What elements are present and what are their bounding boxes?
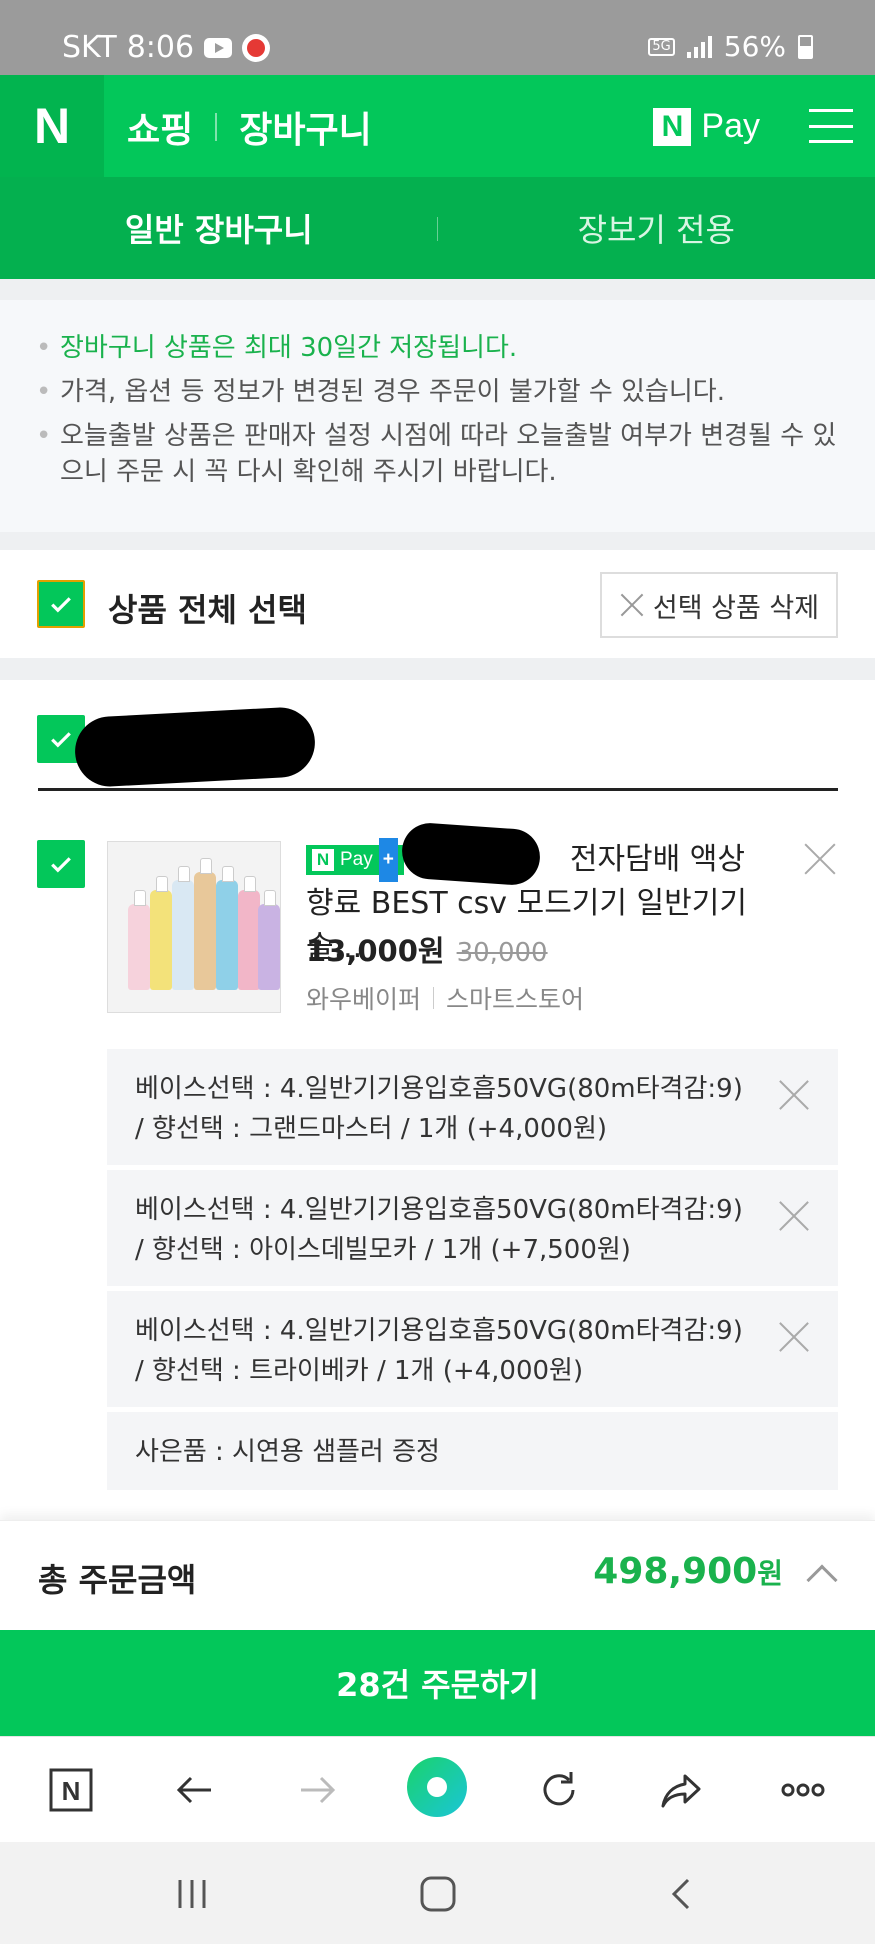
seller-row: 와우베이퍼 스마트스토어 [306,980,584,1016]
npay-n-icon: N [653,107,692,146]
forward-arrow-icon[interactable] [290,1763,344,1817]
remove-product-icon[interactable] [803,842,837,876]
record-icon [242,33,271,62]
gift-item: 사은품 : 시연용 샘플러 증정 [107,1412,838,1490]
option-text: 베이스선택 : 4.일반기기용입호흡50VG(80m타격감:9) / 향선택 :… [135,1074,743,1144]
title-divider [215,113,218,141]
option-text: 베이스선택 : 4.일반기기용입호흡50VG(80m타격감:9) / 향선택 :… [135,1195,743,1265]
npay-label: Pay [701,107,760,145]
seller-divider [433,987,435,1009]
youtube-icon [204,37,233,58]
select-all-row: 상품 전체 선택 선택 상품 삭제 [0,550,875,658]
recent-apps-icon[interactable] [170,1874,214,1914]
close-icon [619,593,643,617]
check-icon [51,857,71,873]
remove-option-icon[interactable] [778,1321,810,1353]
check-icon [51,732,71,748]
home-icon[interactable] [416,1874,460,1914]
redacted-store-name [73,705,317,789]
status-bar: SKT 8:06 5G 56% [0,0,875,75]
gift-text: 사은품 : 시연용 샘플러 증정 [135,1437,440,1467]
hamburger-icon[interactable] [809,109,853,143]
total-amount: 498,900원 [593,1551,783,1592]
header-title: 쇼핑 장바구니 [127,101,372,153]
battery-percent: 56% [723,30,786,63]
share-icon[interactable] [654,1763,708,1817]
sale-price: 13,000원 [306,934,445,968]
notice-item: 오늘출발 상품은 판매자 설정 시점에 따라 오늘출발 여부가 변경될 수 있으… [36,418,839,490]
redacted-product-name [400,821,542,887]
cart-tabs: 일반 장바구니 장보기 전용 [0,177,875,279]
browser-toolbar: N [0,1736,875,1842]
remove-option-icon[interactable] [778,1200,810,1232]
battery-icon [798,34,813,59]
page-title: 장바구니 [239,110,372,151]
npay-plus-badge: N Pay + [306,838,404,882]
back-arrow-icon[interactable] [168,1763,222,1817]
option-item[interactable]: 베이스선택 : 4.일반기기용입호흡50VG(80m타격감:9) / 향선택 :… [107,1170,838,1286]
green-dot-icon[interactable] [405,1755,469,1819]
store-type: 스마트스토어 [446,985,585,1014]
notice-item: 가격, 옵션 등 정보가 변경된 경우 주문이 불가할 수 있습니다. [36,374,839,410]
android-nav-bar [0,1842,875,1944]
original-price: 30,000 [456,938,548,968]
npay-button[interactable]: N Pay [653,107,760,146]
notice-item: 장바구니 상품은 최대 30일간 저장됩니다. [36,330,839,366]
select-all-label: 상품 전체 선택 [108,591,307,629]
notice-box: 장바구니 상품은 최대 30일간 저장됩니다. 가격, 옵션 등 정보가 변경된… [0,300,875,532]
total-label: 총 주문금액 [38,1561,197,1599]
check-icon [51,597,71,613]
product-checkbox[interactable] [37,840,85,888]
clock: 8:06 [126,30,195,65]
app-header: N 쇼핑 장바구니 N Pay [0,75,875,177]
option-item[interactable]: 베이스선택 : 4.일반기기용입호흡50VG(80m타격감:9) / 향선택 :… [107,1291,838,1407]
tab-divider [437,217,438,241]
refresh-icon[interactable] [532,1763,586,1817]
total-bar[interactable]: 총 주문금액 498,900원 [0,1520,875,1630]
section-gap [0,532,875,550]
back-nav-icon[interactable] [660,1874,704,1914]
section-gap [0,279,875,300]
product-thumbnail[interactable] [107,841,281,1013]
naver-logo[interactable]: N [0,75,104,177]
tab-general-cart[interactable]: 일반 장바구니 [0,177,438,279]
remove-option-icon[interactable] [778,1079,810,1111]
chevron-up-icon[interactable] [806,1564,838,1596]
store-divider [38,788,838,791]
option-item[interactable]: 베이스선택 : 4.일반기기용입호흡50VG(80m타격감:9) / 향선택 :… [107,1049,838,1165]
delete-selected-label: 선택 상품 삭제 [652,592,820,624]
option-text: 베이스선택 : 4.일반기기용입호흡50VG(80m타격감:9) / 향선택 :… [135,1316,743,1386]
network-5g-icon: 5G [648,37,675,56]
price-row: 13,000원 30,000 [306,928,548,970]
select-all-checkbox[interactable] [37,580,85,628]
naver-home-icon[interactable]: N [44,1763,98,1817]
delete-selected-button[interactable]: 선택 상품 삭제 [600,572,838,638]
shopping-link[interactable]: 쇼핑 [127,101,193,153]
signal-icon [686,35,712,58]
svg-text:N: N [62,1776,81,1806]
order-button[interactable]: 28건 주문하기 [0,1630,875,1736]
section-gap [0,658,875,680]
carrier: SKT [62,30,117,65]
seller-name[interactable]: 와우베이퍼 [306,980,421,1016]
more-icon[interactable] [776,1763,830,1817]
tab-grocery-cart[interactable]: 장보기 전용 [438,177,875,279]
